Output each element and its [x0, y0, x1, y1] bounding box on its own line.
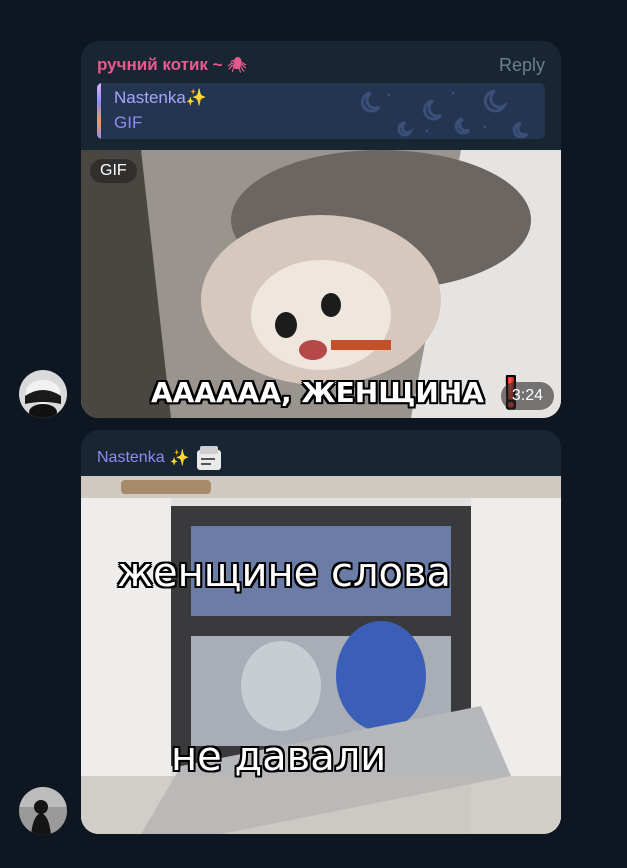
gif-caption: АААААА, ЖЕНЩИНА ❗	[151, 376, 529, 409]
message-bubble-kotik[interactable]: ручний котик ~ 🕷 Reply Nastenka✨ GIF GIF…	[81, 41, 561, 418]
gif-media[interactable]: GIF АААААА, ЖЕНЩИНА ❗ 3:24	[81, 150, 561, 418]
sticker-caption-top: женщине слова	[117, 550, 452, 596]
message-header: Nastenka ✨	[81, 430, 561, 470]
spider-emoji-icon: 🕷	[227, 57, 247, 74]
message-header: ручний котик ~ 🕷 Reply	[81, 41, 561, 81]
sender-name[interactable]: Nastenka ✨	[97, 444, 225, 472]
reply-quote[interactable]: Nastenka✨ GIF	[97, 83, 545, 139]
sticker-media[interactable]: женщине слова не давали	[81, 476, 561, 834]
quote-text: GIF	[114, 113, 143, 132]
duration-badge: 3:24	[500, 382, 554, 410]
avatar-kotik[interactable]	[19, 370, 67, 418]
avatar-nastenka[interactable]	[19, 787, 67, 835]
quote-bar	[97, 83, 101, 139]
message-bubble-nastenka[interactable]: Nastenka ✨ женщине слова не давали	[81, 430, 561, 834]
quote-author: Nastenka✨	[114, 88, 207, 107]
sticker-caption-bottom: не давали	[171, 734, 387, 780]
reply-button[interactable]: Reply	[499, 55, 545, 76]
sparkles-icon: ✨	[169, 450, 190, 467]
sticker-badge-icon	[196, 446, 221, 470]
dishwasher-image	[81, 476, 561, 834]
gif-badge: GIF	[90, 159, 137, 183]
sparkles-icon: ✨	[185, 88, 207, 107]
moon-pattern-icon	[361, 89, 529, 139]
sender-name[interactable]: ручний котик ~ 🕷	[97, 55, 247, 75]
